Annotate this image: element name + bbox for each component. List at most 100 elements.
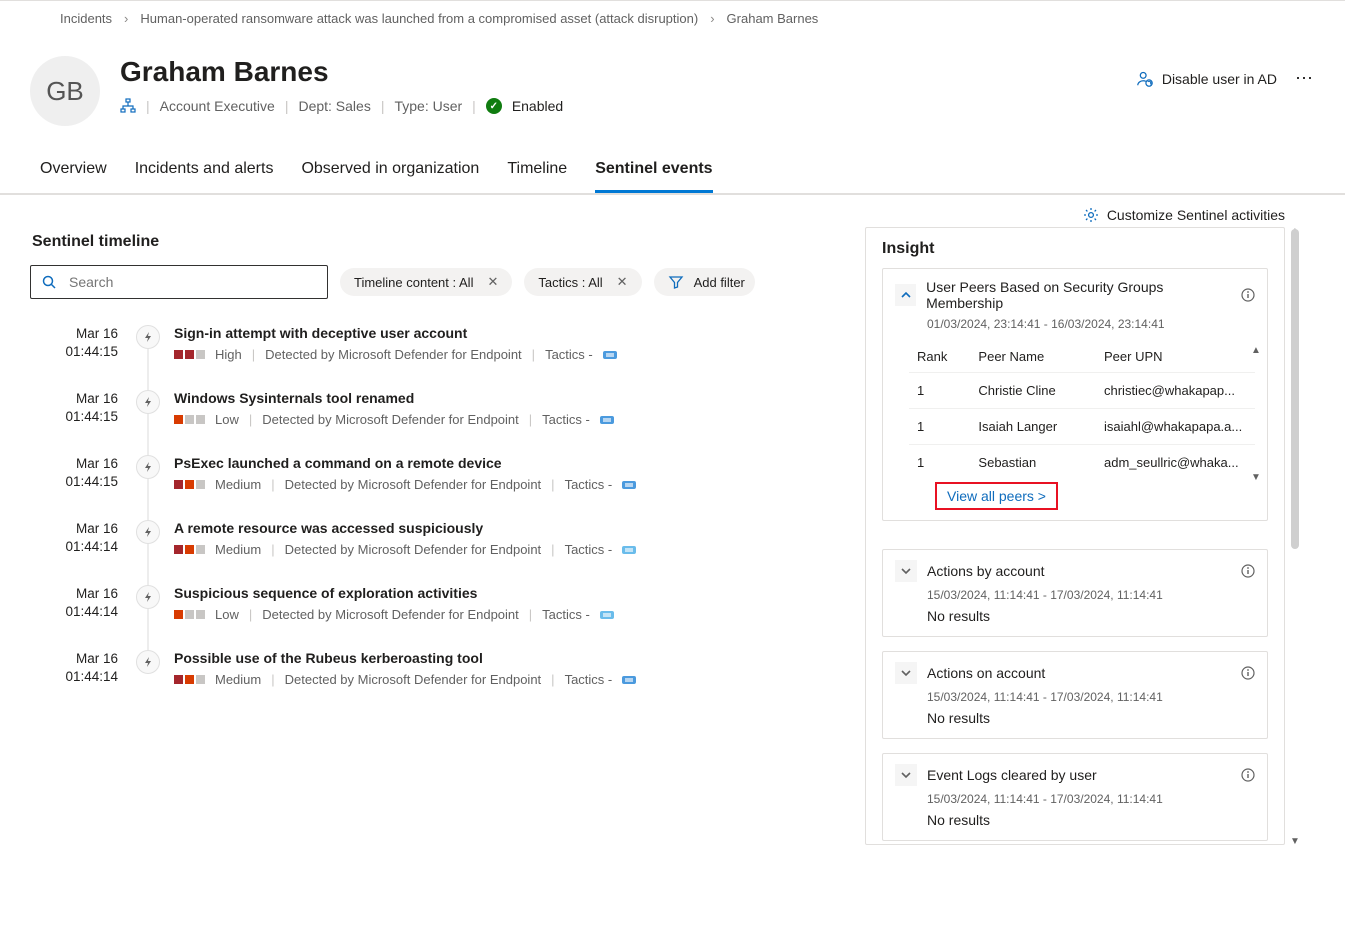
timeline-date: Mar 1601:44:15 xyxy=(30,455,118,492)
detected-by: Detected by Microsoft Defender for Endpo… xyxy=(285,672,542,687)
chevron-down-icon[interactable] xyxy=(895,764,917,786)
peers-col-upn[interactable]: Peer UPN xyxy=(1096,341,1255,373)
avatar: GB xyxy=(30,56,100,126)
insight-card-result: No results xyxy=(883,810,1267,840)
insight-card-title: User Peers Based on Security Groups Memb… xyxy=(926,279,1231,311)
info-icon[interactable] xyxy=(1241,768,1255,782)
status-badge: Enabled xyxy=(512,98,563,114)
peers-rank: 1 xyxy=(909,409,970,445)
timeline-date: Mar 1601:44:14 xyxy=(30,650,118,687)
severity-bars-icon xyxy=(174,675,205,684)
lightning-icon xyxy=(136,325,160,349)
search-icon xyxy=(41,274,57,290)
timeline-date: Mar 1601:44:15 xyxy=(30,325,118,362)
disable-user-button[interactable]: Disable user in AD xyxy=(1136,70,1277,88)
tactic-icon xyxy=(600,609,616,621)
severity-label: Low xyxy=(215,412,239,427)
lightning-icon xyxy=(136,455,160,479)
breadcrumb-item[interactable]: Incidents xyxy=(60,11,112,26)
filter-pill-content[interactable]: Timeline content : All ✕ xyxy=(340,268,512,296)
table-row[interactable]: 1Christie Clinechristiec@whakapap... xyxy=(909,373,1255,409)
search-input-wrapper[interactable] xyxy=(30,265,328,299)
peers-upn: christiec@whakapap... xyxy=(1096,373,1255,409)
search-input[interactable] xyxy=(67,273,317,291)
lightning-icon xyxy=(136,650,160,674)
breadcrumb-item[interactable]: Human-operated ransomware attack was lau… xyxy=(140,11,698,26)
severity-label: High xyxy=(215,347,242,362)
add-filter-button[interactable]: Add filter xyxy=(654,268,755,296)
scroll-down-icon[interactable]: ▼ xyxy=(1249,470,1263,484)
tab-sentinel-events[interactable]: Sentinel events xyxy=(595,160,712,193)
tactics-label: Tactics - xyxy=(565,542,613,557)
timeline-item-title: Sign-in attempt with deceptive user acco… xyxy=(174,325,845,341)
disable-user-label: Disable user in AD xyxy=(1162,71,1277,87)
view-all-peers-link[interactable]: View all peers > xyxy=(947,488,1046,504)
table-row[interactable]: 1Isaiah Langerisaiahl@whakapapa.a... xyxy=(909,409,1255,445)
scrollbar-thumb[interactable] xyxy=(1291,229,1299,549)
peers-upn: isaiahl@whakapapa.a... xyxy=(1096,409,1255,445)
chevron-down-icon[interactable] xyxy=(895,560,917,582)
tactics-label: Tactics - xyxy=(545,347,593,362)
user-role: Account Executive xyxy=(160,98,275,114)
tab-overview[interactable]: Overview xyxy=(40,160,107,193)
scrollbar[interactable] xyxy=(1291,229,1299,843)
timeline-item[interactable]: Mar 1601:44:15Windows Sysinternals tool … xyxy=(30,380,845,445)
chevron-right-icon: › xyxy=(710,11,714,26)
peers-col-rank[interactable]: Rank xyxy=(909,341,970,373)
peers-table: Rank Peer Name Peer UPN 1Christie Clinec… xyxy=(909,341,1255,480)
insight-card: Actions on account15/03/2024, 11:14:41 -… xyxy=(882,651,1268,739)
insight-card-title: Actions on account xyxy=(927,665,1231,681)
severity-label: Medium xyxy=(215,542,261,557)
timeline-item[interactable]: Mar 1601:44:15 Sign-in attempt with decep… xyxy=(30,315,845,380)
org-chart-icon xyxy=(120,98,136,114)
add-filter-label: Add filter xyxy=(694,275,745,290)
insight-card-title: Actions by account xyxy=(927,563,1231,579)
severity-label: Low xyxy=(215,607,239,622)
timeline-section-title: Sentinel timeline xyxy=(30,227,845,265)
insight-card-result: No results xyxy=(883,606,1267,636)
timeline-item[interactable]: Mar 1601:44:14Suspicious sequence of exp… xyxy=(30,575,845,640)
gear-icon xyxy=(1083,207,1099,223)
user-disable-icon xyxy=(1136,70,1154,88)
peers-rank: 1 xyxy=(909,445,970,481)
timeline-item[interactable]: Mar 1601:44:15PsExec launched a command … xyxy=(30,445,845,510)
severity-bars-icon xyxy=(174,415,205,424)
insight-card: Event Logs cleared by user15/03/2024, 11… xyxy=(882,753,1268,841)
header-meta: | Account Executive | Dept: Sales | Type… xyxy=(120,98,563,114)
tactics-label: Tactics - xyxy=(542,607,590,622)
tab-incidents-alerts[interactable]: Incidents and alerts xyxy=(135,160,274,193)
timeline-marker xyxy=(136,585,160,622)
user-dept: Dept: Sales xyxy=(298,98,370,114)
breadcrumb-item[interactable]: Graham Barnes xyxy=(727,11,819,26)
info-icon[interactable] xyxy=(1241,666,1255,680)
filter-label: Timeline content : All xyxy=(354,275,473,290)
customize-activities-button[interactable]: Customize Sentinel activities xyxy=(1083,207,1285,223)
tab-observed-in-org[interactable]: Observed in organization xyxy=(301,160,479,193)
timeline-marker xyxy=(136,325,160,362)
lightning-icon xyxy=(136,585,160,609)
info-icon[interactable] xyxy=(1241,564,1255,578)
table-row[interactable]: 1Sebastianadm_seullric@whaka... xyxy=(909,445,1255,481)
info-icon[interactable] xyxy=(1241,288,1255,302)
tactic-icon xyxy=(600,414,616,426)
tactic-icon xyxy=(622,544,638,556)
peers-col-name[interactable]: Peer Name xyxy=(970,341,1096,373)
scroll-down-icon[interactable]: ▼ xyxy=(1289,835,1301,847)
timeline-item[interactable]: Mar 1601:44:14Possible use of the Rubeus… xyxy=(30,640,845,705)
timeline-marker xyxy=(136,455,160,492)
timeline-item-title: Windows Sysinternals tool renamed xyxy=(174,390,845,406)
filter-pill-tactics[interactable]: Tactics : All ✕ xyxy=(524,268,641,296)
tab-timeline[interactable]: Timeline xyxy=(507,160,567,193)
scroll-up-icon[interactable]: ▲ xyxy=(1249,343,1263,357)
close-icon[interactable]: ✕ xyxy=(613,274,632,290)
filter-icon xyxy=(668,274,684,290)
close-icon[interactable]: ✕ xyxy=(483,274,502,290)
chevron-down-icon[interactable] xyxy=(895,662,917,684)
severity-bars-icon xyxy=(174,350,205,359)
severity-bars-icon xyxy=(174,545,205,554)
more-actions-button[interactable]: ⋯ xyxy=(1295,68,1315,89)
timeline-list: Mar 1601:44:15 Sign-in attempt with decep… xyxy=(30,315,845,705)
timeline-item[interactable]: Mar 1601:44:14A remote resource was acce… xyxy=(30,510,845,575)
tactic-icon xyxy=(603,349,619,361)
chevron-up-icon[interactable] xyxy=(895,284,916,306)
